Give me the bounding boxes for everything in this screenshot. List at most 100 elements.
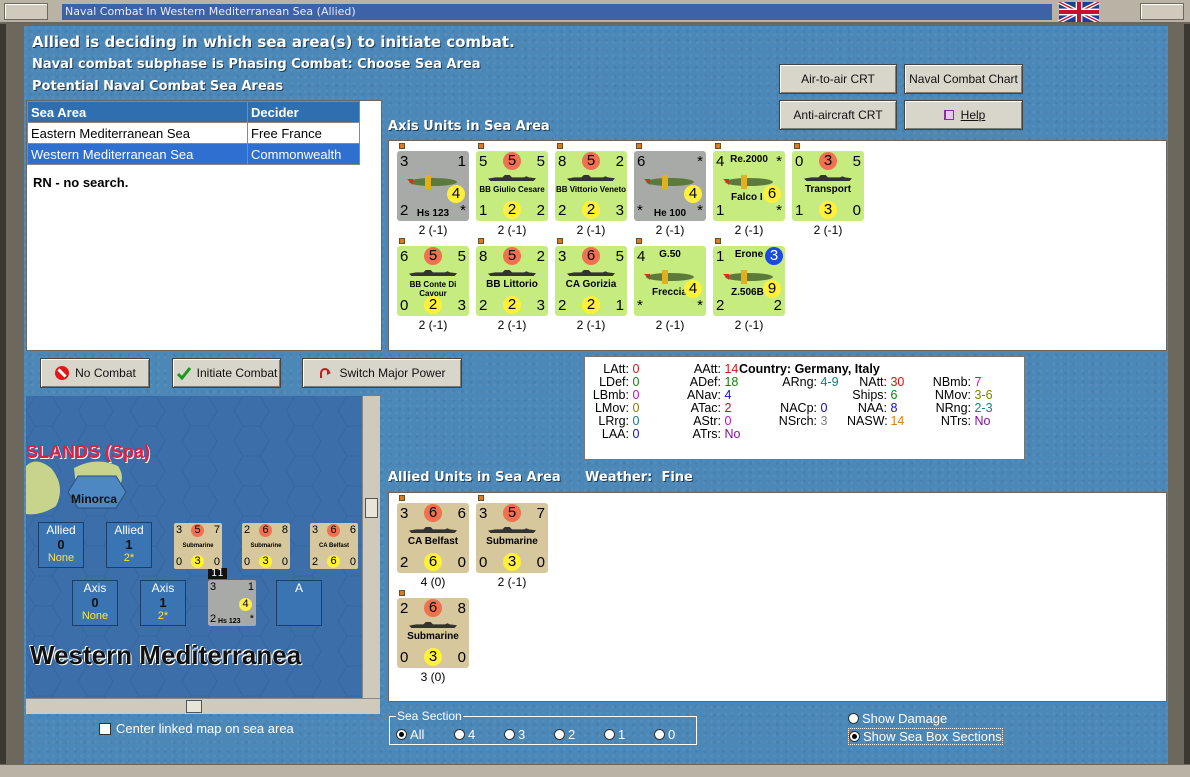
sea-section-radio[interactable]: [454, 729, 465, 740]
col-decider: Decider: [247, 101, 360, 123]
sea-section-option[interactable]: 3: [504, 727, 525, 742]
window-title: Naval Combat In Western Mediterranean Se…: [62, 4, 1052, 20]
window-control-button[interactable]: [1140, 3, 1184, 20]
island-label: Minorca: [71, 492, 118, 506]
naval-combat-chart-button[interactable]: Naval Combat Chart: [904, 64, 1023, 94]
unit-counter[interactable]: 6 * * * He 100 4: [634, 151, 706, 221]
unit-counter[interactable]: 6 5 0 3 5 BB Conte Di Cavour 2: [397, 246, 469, 316]
stat-item: ANav: 4: [681, 388, 731, 402]
mini-unit-counter[interactable]: 2 6 8 Submarine 0 3 0: [242, 523, 290, 569]
sea-area-table: Sea Area Decider Eastern Mediterranean Se…: [27, 101, 360, 165]
anti-aircraft-label: Anti-aircraft CRT: [793, 108, 883, 122]
mini-stat-br: 0: [349, 556, 356, 568]
unit-counter[interactable]: 3 6 2 0 6 CA Belfast 6: [397, 503, 469, 573]
unit-counter[interactable]: 1 2 2 Erone Z.506B 3 9: [713, 246, 785, 316]
allied-units-title: Allied Units in Sea Area: [388, 470, 561, 485]
ship-silhouette-icon: [488, 527, 536, 533]
linked-map-view[interactable]: SLANDS (Spa) Minorca Western Mediterrane…: [26, 396, 362, 698]
center-linked-option[interactable]: Center linked map on sea area: [99, 721, 294, 736]
map-vertical-scrollbar[interactable]: [362, 396, 380, 698]
unit-name: CA Gorizia: [565, 279, 617, 290]
unit-counter[interactable]: 0 5 1 0 3 Transport 3: [792, 151, 864, 221]
mini-unit-counter[interactable]: 3 6 6 CA Belfast 2 6 0: [310, 523, 358, 569]
unit-stat-mid: 3: [503, 553, 521, 571]
stat-value: 4: [721, 388, 732, 402]
axis-units-title: Axis Units in Sea Area: [388, 119, 550, 134]
stat-key: LAtt:: [603, 362, 629, 376]
allied-sea-box[interactable]: Allied 0 None: [38, 522, 84, 568]
stat-key: NBmb:: [932, 375, 971, 389]
col-sea-area: Sea Area: [27, 101, 248, 123]
sea-section-option[interactable]: 0: [654, 727, 675, 742]
ship-silhouette-icon: [488, 270, 536, 276]
map-hscroll-thumb[interactable]: [186, 700, 202, 713]
show-sea-box-radio[interactable]: [849, 731, 860, 742]
anti-aircraft-crt-button[interactable]: Anti-aircraft CRT: [779, 100, 897, 130]
air-to-air-crt-button[interactable]: Air-to-air CRT: [779, 64, 897, 94]
axis-sea-box[interactable]: Axis 0 None: [72, 580, 118, 626]
table-row-selected[interactable]: Western Mediterranean Sea Commonwealth: [27, 143, 360, 165]
unit-counter[interactable]: 2 8 0 0 6 Submarine 3: [397, 598, 469, 668]
mini-plane-counter[interactable]: 3 1 4 Hs 123 2 *: [208, 580, 256, 626]
unit-stat-top: 5: [503, 152, 521, 170]
system-menu-button[interactable]: [4, 3, 48, 20]
unit-marker-icon: [478, 143, 484, 149]
axis-sea-box[interactable]: Axis 1 2*: [140, 580, 186, 626]
allied-sea-box[interactable]: Allied 1 2*: [106, 522, 152, 568]
sea-area-cell: Western Mediterranean Sea: [27, 143, 248, 165]
mini-stat-mid: 4: [239, 598, 252, 611]
stat-value: 3: [817, 414, 828, 428]
switch-major-power-button[interactable]: Switch Major Power: [302, 358, 462, 388]
unit-counter[interactable]: 4 * 1 * Re.2000 Falco I6: [713, 151, 785, 221]
initiate-combat-button[interactable]: Initiate Combat: [172, 358, 281, 388]
map-vscroll-thumb[interactable]: [365, 498, 378, 518]
unit-counter[interactable]: 3 1 2 * Hs 123 4: [397, 151, 469, 221]
stat-item: Ships: 6: [847, 388, 897, 402]
help-button[interactable]: Help: [904, 100, 1023, 130]
unit-counter[interactable]: 8 2 2 3 5 BB Littorio 2: [476, 246, 548, 316]
sea-section-radio[interactable]: [554, 729, 565, 740]
unit-stat-mid: 3: [424, 648, 442, 666]
stack-count-badge: 11: [208, 568, 227, 579]
show-sea-box-option[interactable]: Show Sea Box Sections: [848, 728, 1003, 745]
mini-unit-counter[interactable]: 3 5 7 Submarine 0 3 0: [174, 523, 222, 569]
unit-counter[interactable]: 5 5 1 2 5 BB Giulio Cesare 2: [476, 151, 548, 221]
box-number: 1: [125, 537, 133, 552]
unit-strength-label: 2 (-1): [655, 223, 685, 237]
sea-section-radio[interactable]: [604, 729, 615, 740]
center-linked-checkbox[interactable]: [99, 722, 111, 735]
stat-item: LBmb: 0: [589, 388, 640, 402]
sea-section-radio[interactable]: [396, 729, 407, 740]
unit-stat-tl: 8: [479, 248, 488, 265]
unit-stat-tr: *: [697, 153, 703, 170]
table-row[interactable]: Eastern Mediterranean Sea Free France: [27, 122, 360, 144]
sea-section-option[interactable]: 4: [454, 727, 475, 742]
mini-stat-tl: 3: [176, 524, 183, 536]
sea-section-option[interactable]: All: [396, 727, 424, 742]
box-label: Axis: [151, 581, 175, 595]
sea-section-radio[interactable]: [504, 729, 515, 740]
no-combat-button[interactable]: No Combat: [40, 358, 150, 388]
show-damage-radio[interactable]: [848, 713, 859, 724]
axis-sea-box[interactable]: A: [276, 580, 322, 626]
stat-key: NTrs:: [940, 414, 971, 428]
unit-counter[interactable]: 3 5 2 1 6 CA Gorizia 2: [555, 246, 627, 316]
map-horizontal-scrollbar[interactable]: [26, 698, 380, 714]
unit-stat-tr: 8: [457, 600, 466, 617]
show-damage-option[interactable]: Show Damage: [848, 711, 947, 726]
air-to-air-label: Air-to-air CRT: [801, 72, 875, 86]
unit-stat-mid: 2: [503, 201, 521, 219]
mini-stat-tr: 7: [213, 524, 220, 536]
sea-section-radio[interactable]: [654, 729, 665, 740]
unit-stat-tl: 2: [400, 600, 409, 617]
sea-section-option[interactable]: 2: [554, 727, 575, 742]
unit-counter[interactable]: 4 * * G.50 Freccia 4: [634, 246, 706, 316]
unit-counter[interactable]: 8 2 2 3 5 BB Vittorio Veneto 2: [555, 151, 627, 221]
stat-key: NASW:: [847, 414, 888, 428]
mini-stat-bl: 2: [210, 613, 217, 625]
allied-units-panel: 3 6 2 0 6 CA Belfast 6 4 (0) 3 7 0 0 5 Submarine 3 2 (-…: [388, 492, 1167, 702]
box-number: 0: [57, 537, 65, 552]
unit-counter[interactable]: 3 7 0 0 5 Submarine 3: [476, 503, 548, 573]
sea-section-option[interactable]: 1: [604, 727, 625, 742]
stat-value: 30: [887, 375, 905, 389]
